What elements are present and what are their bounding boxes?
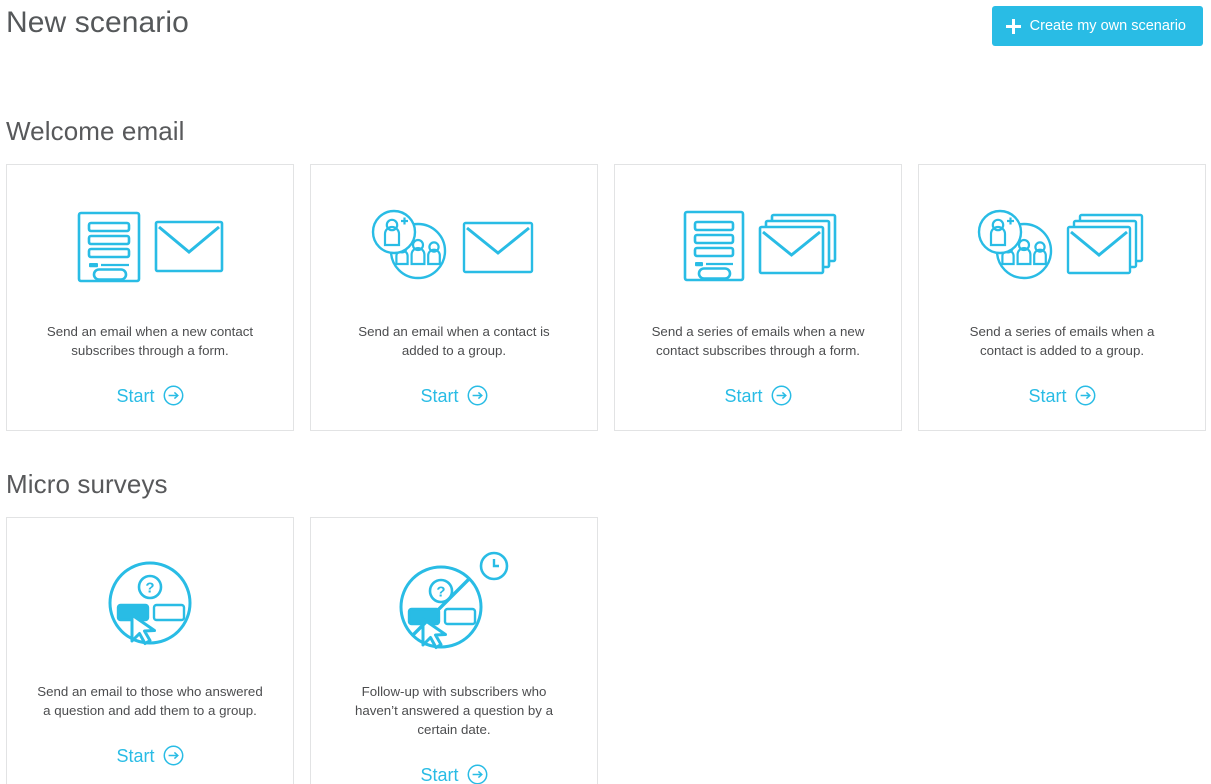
survey-answered-icon: ? [102, 548, 198, 658]
scenario-card[interactable]: Send a series of emails when a new conta… [614, 164, 902, 431]
scenario-card[interactable]: Send an email when a new contact subscri… [6, 164, 294, 431]
form-and-envelope-stack-icon [676, 199, 841, 295]
form-and-envelope-icon [70, 199, 230, 295]
start-link[interactable]: Start [116, 385, 183, 406]
section-title-welcome-email: Welcome email [6, 116, 185, 146]
start-label: Start [116, 745, 155, 766]
plus-icon [1005, 18, 1021, 34]
svg-text:?: ? [436, 584, 445, 601]
scenario-card[interactable]: Send an email when a contact is added to… [310, 164, 598, 431]
start-link[interactable]: Start [420, 764, 487, 784]
scenario-card[interactable]: ? Follow-up with subscribers who haven’t… [310, 517, 598, 784]
card-row-welcome-email: Send an email when a new contact subscri… [6, 164, 1211, 431]
group-and-envelope-icon [368, 199, 540, 295]
scenario-description: Follow-up with subscribers who haven’t a… [354, 684, 554, 737]
scenario-card[interactable]: ? Send an email to those who answered a … [6, 517, 294, 784]
scenario-description: Send an email when a contact is added to… [358, 324, 550, 358]
svg-text:?: ? [145, 580, 154, 597]
scenario-card[interactable]: Send a series of emails when a contact i… [918, 164, 1206, 431]
start-link[interactable]: Start [1028, 385, 1095, 406]
start-label: Start [1028, 385, 1067, 406]
section-welcome-email: Welcome email Send an email when a new c… [0, 56, 1211, 431]
arrow-circle-right-icon [467, 385, 488, 406]
scenario-description: Send a series of emails when a new conta… [651, 324, 865, 358]
arrow-circle-right-icon [467, 764, 488, 784]
arrow-circle-right-icon [163, 745, 184, 766]
new-scenario-page: New scenario Create my own scenario Welc… [0, 0, 1211, 784]
arrow-circle-right-icon [1075, 385, 1096, 406]
start-link[interactable]: Start [420, 385, 487, 406]
scenario-description: Send an email when a new contact subscri… [46, 324, 254, 358]
scenario-description: Send an email to those who answered a qu… [37, 684, 263, 718]
card-row-micro-surveys: ? Send an email to those who answered a … [6, 517, 1211, 784]
start-label: Start [420, 764, 459, 784]
scenario-description: Send a series of emails when a contact i… [969, 324, 1155, 358]
section-title-micro-surveys: Micro surveys [6, 469, 168, 499]
arrow-circle-right-icon [771, 385, 792, 406]
start-link[interactable]: Start [116, 745, 183, 766]
start-label: Start [420, 385, 459, 406]
start-label: Start [724, 385, 763, 406]
survey-unanswered-clock-icon: ? [397, 548, 511, 658]
section-micro-surveys: Micro surveys ? Send an email to those w… [0, 431, 1211, 784]
create-my-own-scenario-button[interactable]: Create my own scenario [991, 6, 1203, 46]
start-label: Start [116, 385, 155, 406]
group-and-envelope-stack-icon [974, 199, 1150, 295]
create-button-label: Create my own scenario [1029, 18, 1186, 34]
page-header: New scenario Create my own scenario [0, 0, 1211, 56]
start-link[interactable]: Start [724, 385, 791, 406]
arrow-circle-right-icon [163, 385, 184, 406]
page-title: New scenario [6, 6, 189, 39]
